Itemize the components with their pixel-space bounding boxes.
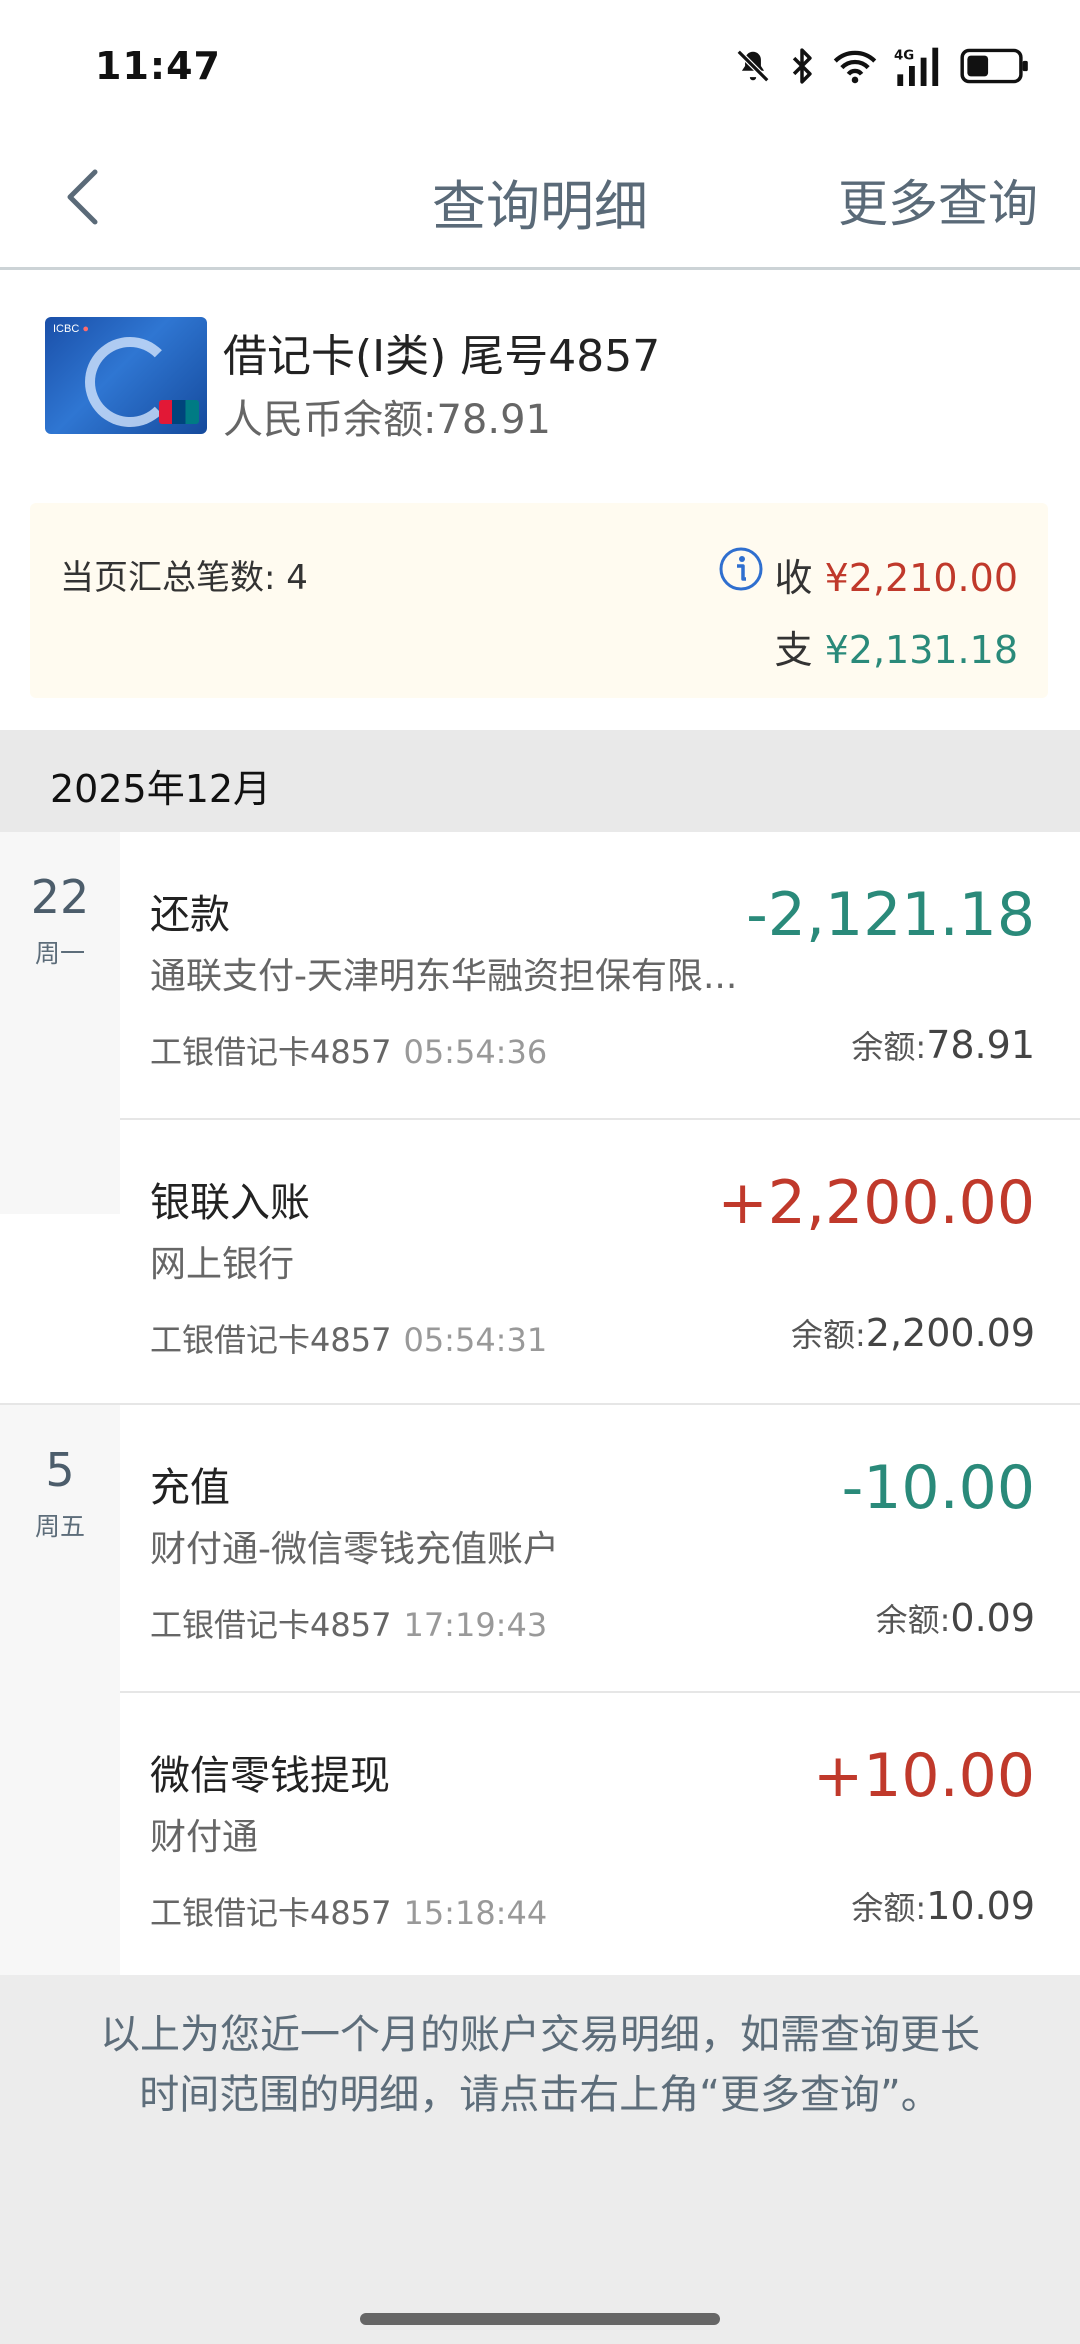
- account-info: ICBC ● 借记卡(I类) 尾号4857 人民币余额:78.91: [0, 300, 1080, 450]
- info-button[interactable]: [718, 546, 764, 592]
- footer-note: 以上为您近一个月的账户交易明细，如需查询更长 时间范围的明细，请点击右上角“更多…: [40, 2005, 1040, 2125]
- transaction-card: 工银借记卡4857: [150, 1606, 392, 1644]
- transaction-description: 网上银行: [150, 1244, 295, 1285]
- transaction-row[interactable]: 微信零钱提现 财付通 工银借记卡4857 15:18:44 +10.00 余额:1…: [120, 1693, 1080, 1980]
- transaction-time: 17:19:43: [403, 1606, 548, 1644]
- status-bar: 11:47 4G: [0, 0, 1080, 130]
- transaction-title: 微信零钱提现: [150, 1753, 390, 1799]
- account-balance: 人民币余额:78.91: [223, 397, 551, 443]
- day-column: 5 周五: [0, 1405, 120, 1975]
- transaction-row[interactable]: 还款 通联支付-天津明东华融资担保有限... 工银借记卡4857 05:54:36…: [120, 832, 1080, 1119]
- status-icons: 4G: [734, 46, 1030, 86]
- day-weekday: 周五: [34, 1512, 85, 1541]
- day-number: 22: [30, 870, 90, 924]
- balance-value: 10.09: [926, 1884, 1035, 1928]
- transaction-meta: 工银借记卡4857 05:54:36: [150, 1027, 547, 1073]
- summary-income-label: 收: [774, 556, 813, 600]
- summary-expense-amount: ¥2,131.18: [824, 628, 1018, 672]
- transaction-row[interactable]: 银联入账 网上银行 工银借记卡4857 05:54:31 +2,200.00 余额…: [120, 1120, 1080, 1407]
- transaction-card: 工银借记卡4857: [150, 1033, 392, 1071]
- transaction-description: 财付通-微信零钱充值账户: [150, 1529, 559, 1570]
- day-number: 5: [45, 1443, 75, 1497]
- 4g-signal-icon: 4G: [894, 47, 939, 86]
- transaction-time: 05:54:31: [403, 1321, 548, 1359]
- transaction-amount: +10.00: [812, 1741, 1035, 1811]
- balance-label: 余额:: [851, 1028, 927, 1066]
- transaction-card: 工银借记卡4857: [150, 1894, 392, 1932]
- day-column: 22 周一: [0, 832, 120, 1214]
- transaction-title: 还款: [150, 892, 230, 938]
- transaction-amount: +2,200.00: [717, 1168, 1035, 1238]
- balance-value: 0.09: [950, 1596, 1035, 1640]
- transaction-list: 22 周一 还款 通联支付-天津明东华融资担保有限... 工银借记卡4857 05…: [0, 832, 1080, 1975]
- transaction-time: 05:54:36: [403, 1033, 548, 1071]
- network-label: 4G: [894, 48, 914, 63]
- battery-icon: [960, 48, 1028, 84]
- transaction-balance: 余额:78.91: [851, 1022, 1035, 1068]
- more-query-button[interactable]: 更多查询: [838, 164, 1038, 236]
- mute-icon: [736, 49, 770, 83]
- summary-income-amount: ¥2,210.00: [824, 556, 1018, 600]
- transaction-balance: 余额:2,200.09: [791, 1310, 1035, 1356]
- account-name: 借记卡(I类) 尾号4857: [223, 331, 661, 382]
- bluetooth-icon: [792, 48, 812, 84]
- unionpay-logo: [159, 400, 199, 424]
- month-label: 2025年12月: [50, 767, 272, 811]
- summary-expense: 支 ¥2,131.18: [774, 619, 1018, 674]
- bank-card-image: ICBC ●: [45, 317, 207, 434]
- info-icon: [719, 547, 763, 591]
- footer-note-line-1: 以上为您近一个月的账户交易明细，如需查询更长: [100, 2012, 980, 2058]
- transaction-title: 充值: [150, 1465, 230, 1511]
- balance-label: 余额:: [851, 1889, 927, 1927]
- wifi-icon: [833, 50, 877, 84]
- balance-label: 余额:: [790, 1316, 866, 1354]
- day-weekday: 周一: [34, 939, 85, 968]
- balance-label: 余额:: [875, 1601, 951, 1639]
- transaction-balance: 余额:0.09: [876, 1595, 1035, 1641]
- month-header: 2025年12月: [0, 730, 1080, 832]
- transaction-title: 银联入账: [150, 1180, 310, 1226]
- transaction-description: 通联支付-天津明东华融资担保有限...: [150, 956, 738, 997]
- status-time: 11:47: [95, 44, 221, 88]
- transaction-card: 工银借记卡4857: [150, 1321, 392, 1359]
- transaction-time: 15:18:44: [403, 1894, 548, 1932]
- transaction-meta: 工银借记卡4857 15:18:44: [150, 1888, 547, 1934]
- summary-income: 收 ¥2,210.00: [774, 547, 1018, 602]
- transaction-description: 财付通: [150, 1817, 259, 1858]
- balance-value: 2,200.09: [865, 1311, 1035, 1355]
- card-brand-logo: ICBC ●: [53, 323, 89, 335]
- transaction-amount: -2,121.18: [746, 880, 1035, 950]
- home-indicator[interactable]: [360, 2313, 720, 2325]
- footer-note-line-2: 时间范围的明细，请点击右上角“更多查询”。: [139, 2072, 941, 2118]
- transaction-meta: 工银借记卡4857 05:54:31: [150, 1315, 547, 1361]
- transaction-meta: 工银借记卡4857 17:19:43: [150, 1600, 547, 1646]
- summary-expense-label: 支: [774, 628, 813, 672]
- nav-bar: 查询明细 更多查询: [0, 130, 1080, 270]
- transaction-row[interactable]: 充值 财付通-微信零钱充值账户 工银借记卡4857 17:19:43 -10.00…: [120, 1405, 1080, 1692]
- balance-value: 78.91: [926, 1023, 1035, 1067]
- summary-count: 当页汇总笔数: 4: [60, 558, 308, 598]
- summary-panel: 当页汇总笔数: 4 收 ¥2,210.00 支 ¥2,131.18: [30, 503, 1048, 698]
- transaction-balance: 余额:10.09: [851, 1883, 1035, 1929]
- transaction-amount: -10.00: [841, 1453, 1035, 1523]
